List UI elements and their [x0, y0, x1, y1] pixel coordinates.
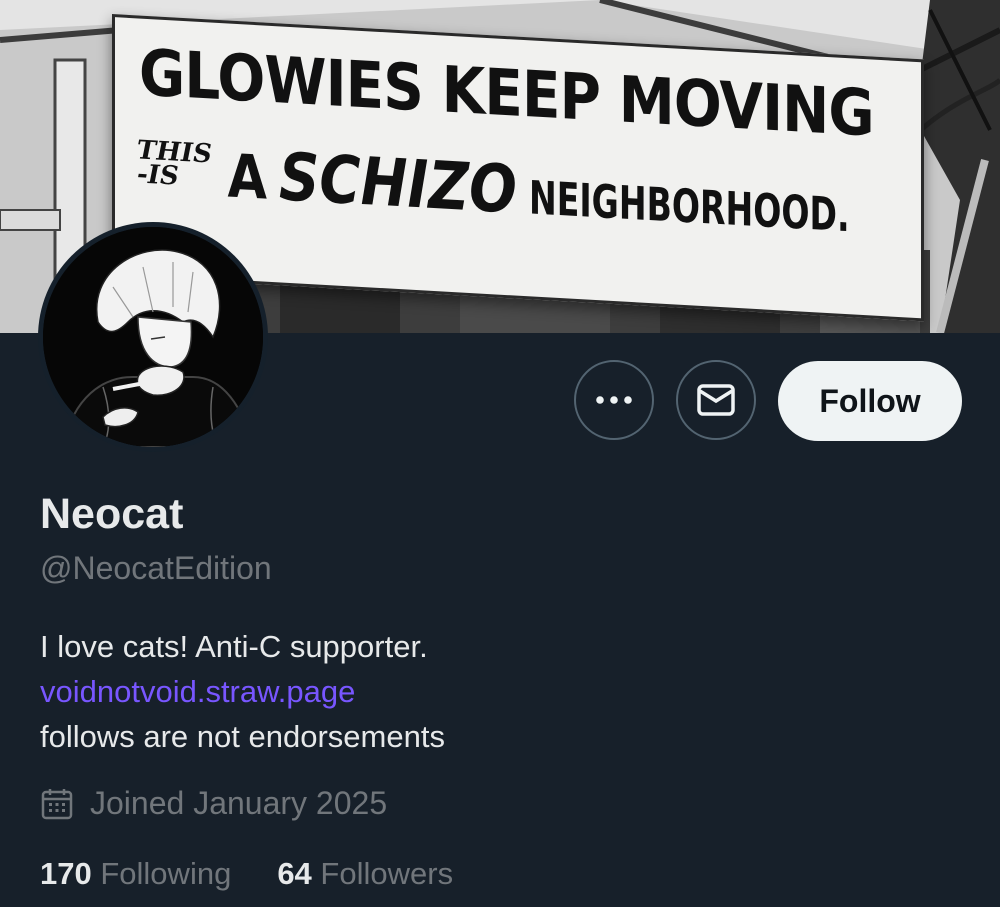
joined-date: Joined January 2025 [40, 785, 387, 822]
followers-count: 64 [277, 856, 312, 891]
follow-button[interactable]: Follow [778, 361, 962, 441]
sign-neighborhood: NEIGHBORHOOD. [529, 170, 850, 243]
profile-page: GLOWIES KEEP MOVING THIS -IS A SCHIZO NE… [0, 0, 1000, 907]
sign-schizo: SCHIZO [279, 138, 517, 229]
message-button[interactable] [676, 360, 756, 440]
sign-small-is: -IS [137, 159, 179, 192]
more-horizontal-icon [596, 396, 632, 404]
joined-text: Joined January 2025 [90, 785, 388, 821]
bio-line: I love cats! Anti-C supporter. [40, 629, 428, 664]
profile-bio: I love cats! Anti-C supporter. voidnotvo… [40, 624, 445, 759]
followers-label: Followers [320, 856, 454, 891]
sign-line-1: GLOWIES KEEP MOVING [139, 36, 874, 152]
sign-small-text: THIS -IS [137, 135, 212, 192]
username-handle: @NeocatEdition [40, 550, 272, 586]
avatar-image [43, 227, 263, 447]
calendar-icon [41, 788, 73, 819]
more-options-button[interactable] [574, 360, 654, 440]
followers-link[interactable]: 64 Followers [277, 856, 453, 892]
follow-stats: 170 Following 64 Followers [40, 856, 453, 892]
envelope-icon [697, 384, 735, 416]
avatar[interactable] [38, 222, 268, 452]
following-label: Following [100, 856, 232, 891]
following-link[interactable]: 170 Following [40, 856, 231, 892]
display-name: Neocat [40, 490, 184, 538]
avatar-illustration [43, 227, 263, 447]
bio-line: follows are not endorsements [40, 719, 445, 754]
sign-a: A [227, 141, 268, 214]
bio-link[interactable]: voidnotvoid.straw.page [40, 669, 445, 714]
following-count: 170 [40, 856, 92, 891]
